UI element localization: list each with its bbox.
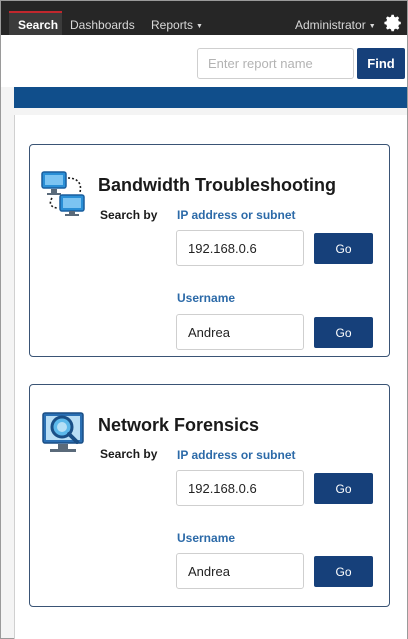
card-title: Bandwidth Troubleshooting [98,175,336,195]
username-go-button[interactable]: Go [314,556,373,587]
ip-address-input[interactable] [176,470,304,506]
username-label: Username [177,291,236,305]
bandwidth-troubleshooting-card: Bandwidth Troubleshooting Search by IP a… [29,144,390,357]
report-search-input[interactable] [197,48,354,79]
chevron-down-icon: ▼ [368,23,376,30]
tab-reports[interactable]: Reports ▼ [151,18,203,34]
ip-address-label: IP address or subnet [177,208,296,222]
tab-administrator-label: Administrator [295,18,366,32]
tab-reports-label: Reports [151,18,194,32]
chevron-down-icon: ▼ [196,23,203,30]
ip-go-button[interactable]: Go [314,473,373,504]
ip-address-label: IP address or subnet [177,448,296,462]
username-go-button[interactable]: Go [314,317,373,348]
forensics-magnifier-icon [42,412,84,452]
network-forensics-card: Network Forensics Search by IP address o… [29,384,390,607]
search-by-label: Search by [100,447,158,461]
gear-icon[interactable] [383,13,403,33]
username-input[interactable] [176,314,304,350]
ip-go-button[interactable]: Go [314,233,373,264]
tab-dashboards[interactable]: Dashboards [70,18,135,32]
section-banner [14,87,407,108]
bandwidth-monitors-icon [41,171,85,216]
username-label: Username [177,531,236,545]
search-by-label: Search by [100,208,158,222]
find-button[interactable]: Find [357,48,405,79]
report-search-bar: Find [1,35,407,87]
tab-administrator[interactable]: Administrator ▼ [295,18,376,34]
username-input[interactable] [176,553,304,589]
ip-address-input[interactable] [176,230,304,266]
top-nav: Search Dashboards Reports ▼ Administrator… [1,1,407,35]
card-title: Network Forensics [98,415,260,435]
tab-search[interactable]: Search [18,18,58,32]
